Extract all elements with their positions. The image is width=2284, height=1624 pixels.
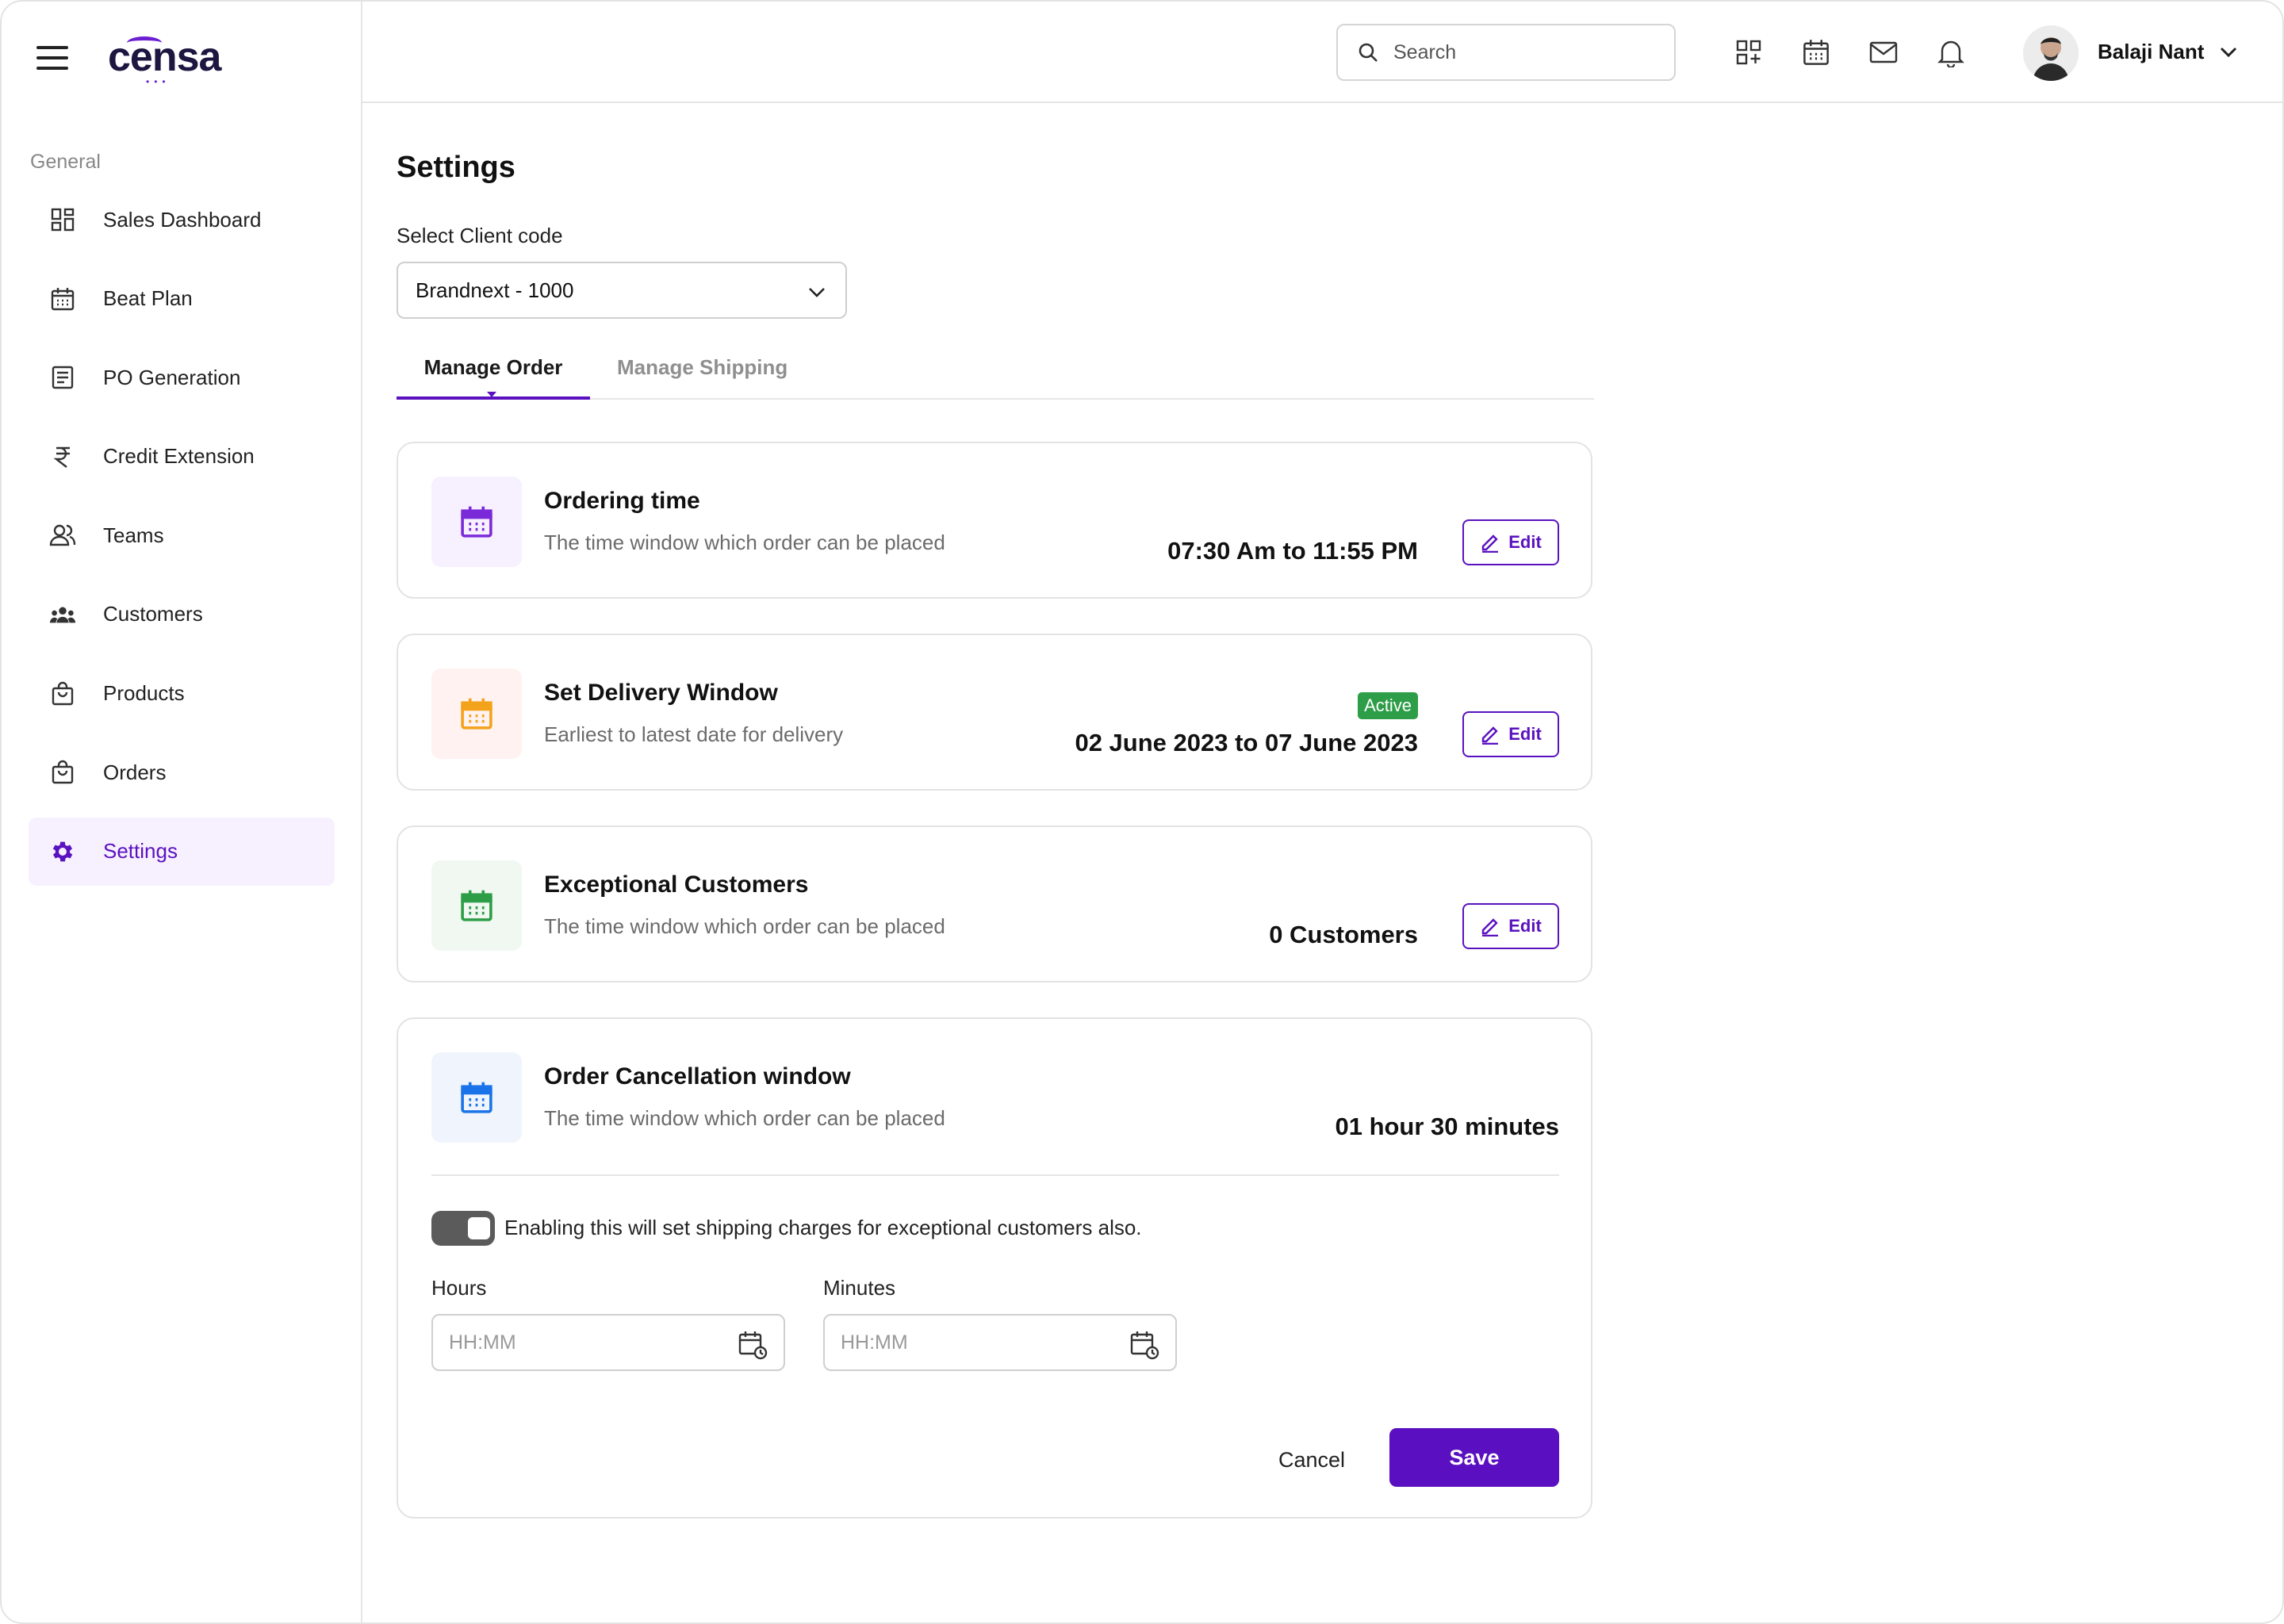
- customers-group-icon: [49, 601, 76, 628]
- edit-button[interactable]: Edit: [1462, 903, 1559, 949]
- card-value: 02 June 2023 to 07 June 2023: [1075, 729, 1418, 756]
- search-input[interactable]: Search: [1336, 24, 1676, 81]
- app-window: censa ••• General Sales Dashboard Beat P…: [0, 0, 2284, 1624]
- sidebar-item-credit-extension[interactable]: Credit Extension: [29, 423, 335, 491]
- sidebar-item-beat-plan[interactable]: Beat Plan: [29, 265, 335, 333]
- sidebar-item-label: Orders: [103, 760, 167, 784]
- sidebar-item-label: Customers: [103, 602, 203, 626]
- hours-placeholder: HH:MM: [449, 1331, 516, 1354]
- card-value: 01 hour 30 minutes: [1335, 1113, 1559, 1140]
- hours-label: Hours: [431, 1276, 487, 1300]
- calendar-icon: [431, 668, 522, 759]
- edit-button[interactable]: Edit: [1462, 519, 1559, 565]
- card-title: Ordering time: [544, 488, 700, 514]
- pencil-icon: [1480, 532, 1500, 553]
- shopping-bag-icon: [49, 680, 76, 707]
- delivery-window-card: Set Delivery Window Earliest to latest d…: [397, 634, 1592, 791]
- dashboard-grid-icon: [49, 206, 76, 233]
- page-title: Settings: [397, 151, 515, 184]
- card-title: Exceptional Customers: [544, 871, 809, 898]
- sidebar-item-orders[interactable]: Orders: [29, 738, 335, 806]
- toggle-description: Enabling this will set shipping charges …: [504, 1216, 1142, 1239]
- bell-icon[interactable]: [1935, 36, 1967, 68]
- logo-dots: •••: [146, 76, 171, 87]
- pencil-icon: [1480, 916, 1500, 936]
- hours-input[interactable]: HH:MM: [431, 1314, 785, 1371]
- calendar-clock-icon[interactable]: [1129, 1330, 1159, 1365]
- minutes-label: Minutes: [823, 1276, 896, 1300]
- rupee-icon: [49, 443, 76, 470]
- gear-icon: [49, 838, 76, 865]
- card-subtitle: The time window which order can be place…: [544, 1106, 945, 1130]
- card-value: 07:30 Am to 11:55 PM: [1167, 537, 1418, 565]
- client-code-value: Brandnext - 1000: [416, 278, 574, 302]
- calendar-clock-icon[interactable]: [738, 1330, 768, 1365]
- mail-icon[interactable]: [1868, 36, 1899, 68]
- shipping-charges-toggle[interactable]: [431, 1211, 495, 1246]
- sidebar-item-label: Sales Dashboard: [103, 207, 262, 232]
- divider: [431, 1174, 1559, 1176]
- client-code-label: Select Client code: [397, 224, 563, 247]
- tab-bar: Manage Order Manage Shipping: [397, 347, 1594, 400]
- sidebar-section-label: General: [30, 151, 101, 173]
- ordering-time-card: Ordering time The time window which orde…: [397, 442, 1592, 599]
- users-icon: [49, 522, 76, 549]
- tab-indicator-caret: [487, 392, 496, 397]
- calendar-icon: [431, 477, 522, 567]
- sidebar-item-label: PO Generation: [103, 365, 241, 389]
- exceptional-customers-card: Exceptional Customers The time window wh…: [397, 825, 1592, 982]
- card-title: Set Delivery Window: [544, 680, 778, 706]
- sidebar-item-po-generation[interactable]: PO Generation: [29, 343, 335, 412]
- sidebar-item-settings[interactable]: Settings: [29, 817, 335, 886]
- edit-button[interactable]: Edit: [1462, 711, 1559, 757]
- calendar-icon: [431, 1052, 522, 1143]
- card-subtitle: The time window which order can be place…: [544, 914, 945, 938]
- chevron-down-icon[interactable]: [2217, 40, 2240, 63]
- logo: censa: [108, 34, 221, 80]
- pencil-icon: [1480, 724, 1500, 745]
- sidebar-item-customers[interactable]: Customers: [29, 580, 335, 649]
- card-subtitle: Earliest to latest date for delivery: [544, 722, 844, 746]
- menu-icon[interactable]: [36, 46, 68, 70]
- edit-label: Edit: [1508, 724, 1542, 744]
- cancel-button[interactable]: Cancel: [1264, 1431, 1359, 1488]
- card-subtitle: The time window which order can be place…: [544, 530, 945, 554]
- user-name[interactable]: Balaji Nant: [2098, 40, 2204, 64]
- edit-label: Edit: [1508, 916, 1542, 936]
- edit-label: Edit: [1508, 532, 1542, 552]
- sidebar-item-label: Teams: [103, 523, 164, 547]
- search-icon: [1357, 41, 1379, 63]
- sidebar-item-label: Settings: [103, 839, 178, 864]
- shopping-bag-icon: [49, 759, 76, 786]
- tab-manage-shipping[interactable]: Manage Shipping: [617, 355, 788, 400]
- sidebar-item-label: Beat Plan: [103, 286, 193, 311]
- client-code-select[interactable]: Brandnext - 1000: [397, 262, 847, 319]
- minutes-placeholder: HH:MM: [841, 1331, 908, 1354]
- sidebar-item-products[interactable]: Products: [29, 660, 335, 728]
- document-icon: [49, 364, 76, 391]
- calendar-icon: [431, 860, 522, 951]
- search-placeholder: Search: [1393, 40, 1457, 63]
- avatar[interactable]: [2023, 25, 2079, 81]
- sidebar: censa ••• General Sales Dashboard Beat P…: [2, 2, 362, 1622]
- calendar-icon: [49, 285, 76, 312]
- sidebar-item-label: Products: [103, 681, 185, 706]
- sidebar-item-label: Credit Extension: [103, 444, 255, 469]
- sidebar-item-sales-dashboard[interactable]: Sales Dashboard: [29, 186, 335, 254]
- minutes-input[interactable]: HH:MM: [823, 1314, 1177, 1371]
- apps-add-icon[interactable]: [1733, 36, 1765, 68]
- calendar-icon[interactable]: [1800, 36, 1832, 68]
- save-button[interactable]: Save: [1389, 1428, 1559, 1487]
- status-badge: Active: [1358, 692, 1418, 719]
- sidebar-nav: Sales Dashboard Beat Plan PO Generation …: [29, 186, 335, 896]
- order-cancellation-card: Order Cancellation window The time windo…: [397, 1017, 1592, 1519]
- card-title: Order Cancellation window: [544, 1063, 851, 1090]
- sidebar-item-teams[interactable]: Teams: [29, 501, 335, 569]
- card-value: 0 Customers: [1269, 921, 1418, 948]
- chevron-down-icon: [807, 281, 826, 305]
- topbar: Search Balaji Nant: [362, 2, 2282, 103]
